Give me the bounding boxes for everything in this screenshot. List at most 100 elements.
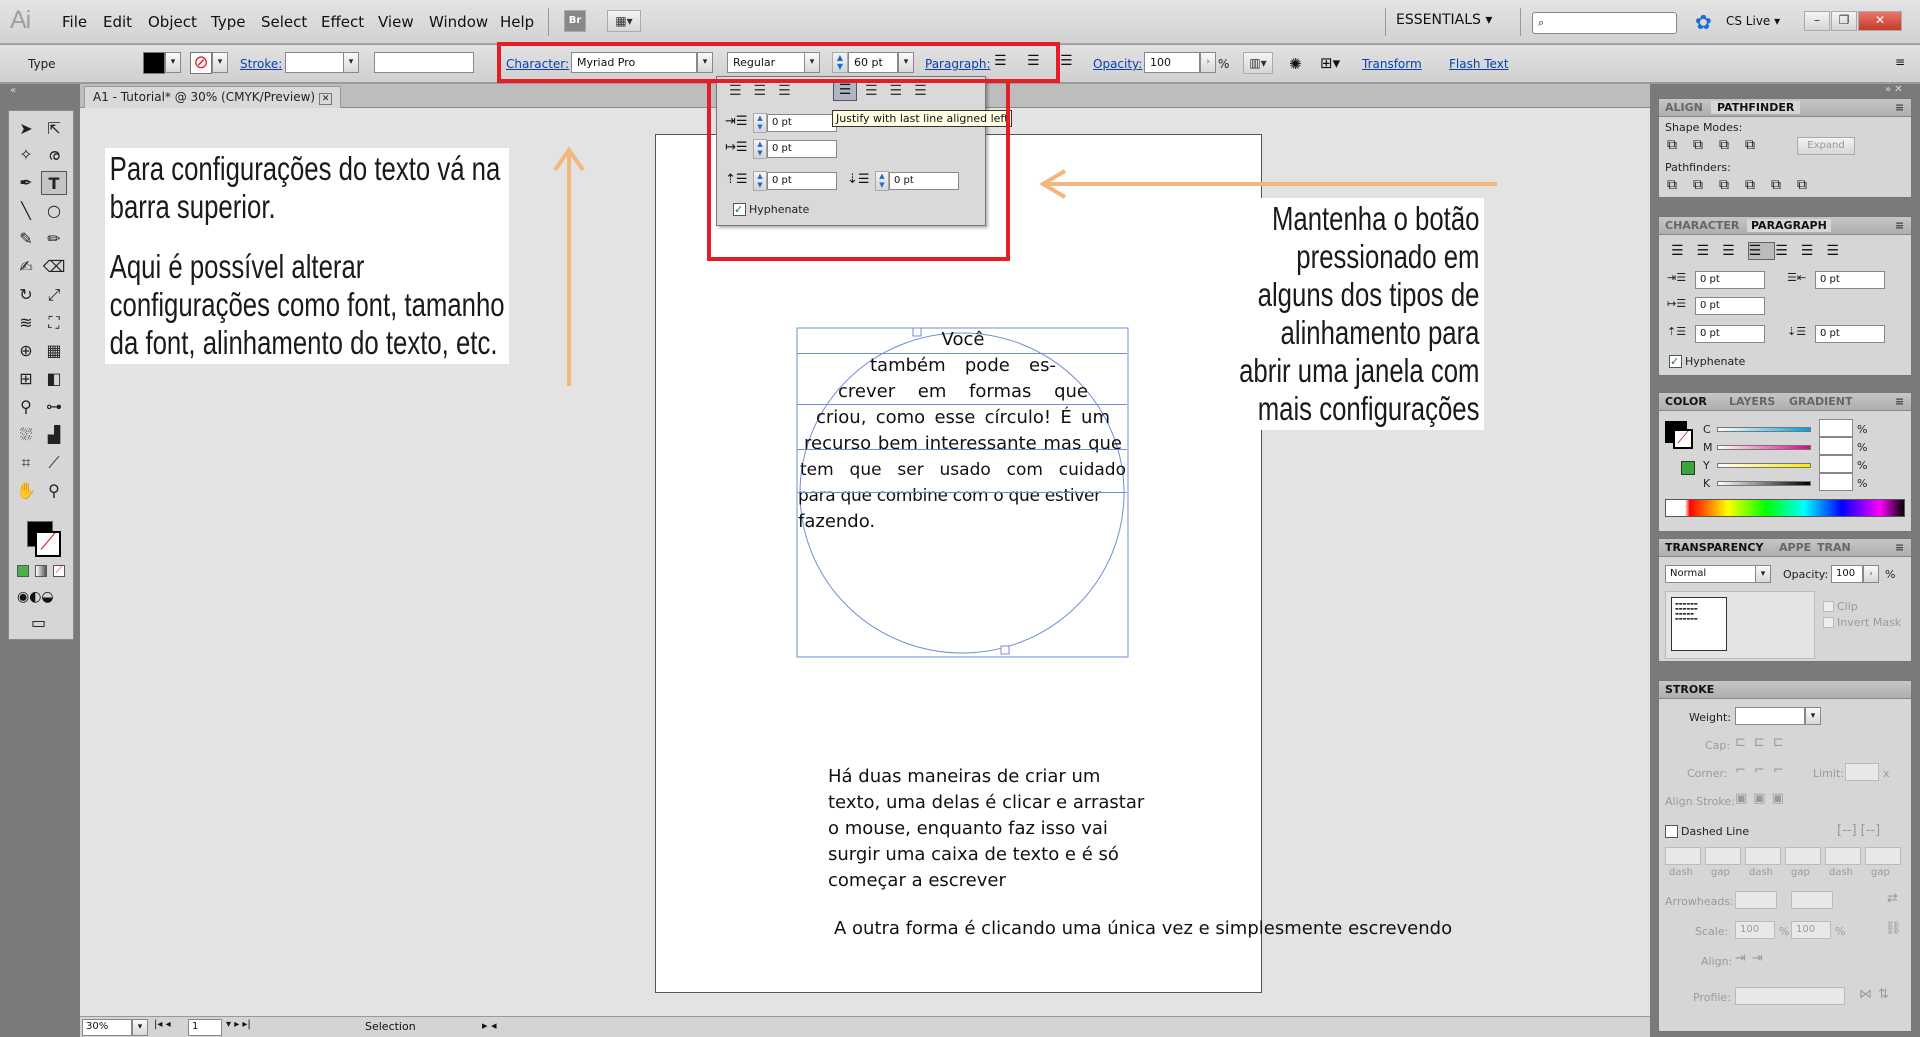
menu-view[interactable]: View (378, 13, 414, 31)
arrowhead-start-select[interactable] (1735, 891, 1777, 909)
justify-left-active-icon[interactable]: ☰ (1747, 242, 1776, 260)
right-indent-field[interactable]: 0 pt (1815, 271, 1885, 289)
paintbrush-tool-icon[interactable]: ✎ (13, 227, 39, 251)
direct-selection-tool-icon[interactable]: ⇱ (41, 117, 67, 141)
graph-tool-icon[interactable]: ▟ (41, 423, 67, 447)
corner-icons[interactable]: ⌐⌐⌐ (1735, 763, 1792, 778)
transform-tab[interactable]: TRAN (1817, 541, 1851, 554)
collapse-icon[interactable]: « (10, 85, 16, 96)
dash-field[interactable] (1665, 847, 1701, 865)
space-before-field[interactable]: 0 pt (1695, 325, 1765, 343)
transparency-tab[interactable]: TRANSPARENCY (1665, 541, 1763, 554)
close-button[interactable]: ✕ (1858, 11, 1902, 31)
left-indent-field[interactable]: 0 pt (1695, 271, 1765, 289)
zoom-dropdown[interactable]: ▾ (132, 1019, 148, 1036)
character-tab[interactable]: CHARACTER (1665, 219, 1739, 232)
cslive-menu[interactable]: CS Live ▾ (1726, 14, 1780, 28)
clip-checkbox[interactable] (1823, 601, 1834, 612)
menu-file[interactable]: File (62, 13, 87, 31)
align-right-icon[interactable]: ☰ (1060, 53, 1073, 69)
blob-brush-tool-icon[interactable]: ✍ (13, 255, 39, 279)
close-tab-icon[interactable]: ✕ (318, 93, 333, 105)
flash-text-link[interactable]: Flash Text (1449, 57, 1509, 71)
magenta-field[interactable] (1819, 437, 1853, 455)
first-page-icon[interactable]: |◂ ◂ (154, 1019, 171, 1030)
stroke-link[interactable]: Stroke: (240, 57, 282, 71)
zoom-tool-icon[interactable]: ⚲ (41, 479, 67, 503)
rotate-tool-icon[interactable]: ↻ (13, 283, 39, 307)
dash-field[interactable] (1825, 847, 1861, 865)
status-menu-icon[interactable]: ▸ ◂ (482, 1019, 497, 1032)
color-mode-icon[interactable] (17, 565, 29, 577)
eraser-tool-icon[interactable]: ⌫ (41, 255, 67, 279)
lasso-tool-icon[interactable]: ര (41, 143, 67, 167)
yellow-slider[interactable] (1717, 463, 1811, 468)
menu-edit[interactable]: Edit (103, 13, 132, 31)
panel-menu-icon[interactable]: ≡ (1895, 395, 1904, 408)
paragraph-align-icons[interactable]: ☰☰☰☰☰☰☰ (1671, 242, 1852, 260)
appearance-tab[interactable]: APPE (1779, 541, 1811, 554)
align-stroke-icons[interactable]: ▣▣▣ (1735, 791, 1790, 806)
control-menu-icon[interactable]: ≡ (1895, 55, 1905, 69)
recolor-icon[interactable]: ✺ (1289, 55, 1302, 73)
link-scale-icon[interactable]: ⛓ (1885, 921, 1902, 936)
graphic-styles-icon[interactable]: ▥▾ (1243, 52, 1273, 74)
dashed-line-checkbox[interactable] (1665, 825, 1678, 838)
weight-field[interactable] (1735, 707, 1805, 725)
arrowhead-end-select[interactable] (1791, 891, 1833, 909)
transform-link[interactable]: Transform (1362, 57, 1422, 71)
symbol-sprayer-tool-icon[interactable]: ⛆ (13, 423, 39, 447)
black-slider[interactable] (1717, 481, 1811, 486)
cyan-slider[interactable] (1717, 427, 1811, 432)
gradient-tool-icon[interactable]: ◧ (41, 367, 67, 391)
gap-field[interactable] (1865, 847, 1901, 865)
weight-dropdown[interactable]: ▾ (1805, 707, 1821, 725)
yellow-field[interactable] (1819, 455, 1853, 473)
magic-wand-tool-icon[interactable]: ✧ (13, 143, 39, 167)
minimize-button[interactable]: – (1804, 11, 1830, 31)
gradient-tab[interactable]: GRADIENT (1789, 395, 1852, 408)
scale-tool-icon[interactable]: ⤢ (41, 283, 67, 307)
dash-alignment-icons[interactable]: [‐‐] [‐‐] (1837, 823, 1880, 838)
fill-dropdown[interactable]: ▾ (165, 52, 181, 73)
profile-select[interactable] (1735, 987, 1845, 1005)
pen-tool-icon[interactable]: ✒ (13, 171, 39, 195)
align-tab[interactable]: ALIGN (1665, 101, 1703, 114)
panel-menu-icon[interactable]: ≡ (1895, 219, 1904, 232)
stroke-weight-input[interactable] (285, 52, 345, 73)
last-color-icon[interactable] (1681, 461, 1695, 475)
type-tool-icon[interactable]: T (41, 171, 67, 195)
blend-mode-select[interactable]: Normal (1665, 565, 1757, 583)
layers-tab[interactable]: LAYERS (1729, 395, 1775, 408)
stroke-color-swatch[interactable]: ⟋ (35, 531, 61, 557)
arrange-documents-button[interactable]: ▦▾ (607, 10, 641, 32)
paragraph-text[interactable]: Há duas maneiras de criar um texto, uma … (828, 764, 1144, 894)
swap-arrowheads-icon[interactable]: ⇄ (1887, 891, 1898, 906)
draw-mode-icons[interactable]: ◉◐◒ (17, 589, 54, 605)
cyan-field[interactable] (1819, 419, 1853, 437)
hyphenate-checkbox[interactable]: ✓ (1669, 355, 1682, 368)
document-tab[interactable]: A1 - Tutorial* @ 30% (CMYK/Preview) ✕ (84, 86, 342, 108)
space-after-field[interactable]: 0 pt (1815, 325, 1885, 343)
color-tab[interactable]: COLOR (1665, 395, 1707, 408)
free-transform-tool-icon[interactable]: ⛶ (41, 311, 67, 335)
menu-effect[interactable]: Effect (321, 13, 364, 31)
cap-icons[interactable]: ⊏⊏⊏ (1735, 735, 1792, 750)
stroke-swatch[interactable]: ⊘ (190, 52, 212, 74)
opacity-field[interactable]: 100 (1831, 565, 1863, 583)
mesh-tool-icon[interactable]: ⊞ (13, 367, 39, 391)
perspective-grid-tool-icon[interactable]: ▦ (41, 339, 67, 363)
ellipse-tool-icon[interactable]: ○ (41, 199, 67, 223)
menu-select[interactable]: Select (261, 13, 307, 31)
gap-field[interactable] (1785, 847, 1821, 865)
color-spectrum[interactable] (1665, 499, 1905, 517)
warp-tool-icon[interactable]: ≋ (13, 311, 39, 335)
opacity-link[interactable]: Opacity: (1093, 57, 1142, 71)
screen-mode-icon[interactable]: ▭ (31, 613, 46, 632)
selection-tool-icon[interactable]: ➤ (13, 117, 39, 141)
expand-button[interactable]: Expand (1797, 137, 1855, 155)
zoom-input[interactable]: 30% (82, 1019, 132, 1036)
opacity-input[interactable]: 100 (1144, 52, 1200, 73)
panel-menu-icon[interactable]: ≡ (1895, 541, 1904, 554)
black-field[interactable] (1819, 473, 1853, 491)
